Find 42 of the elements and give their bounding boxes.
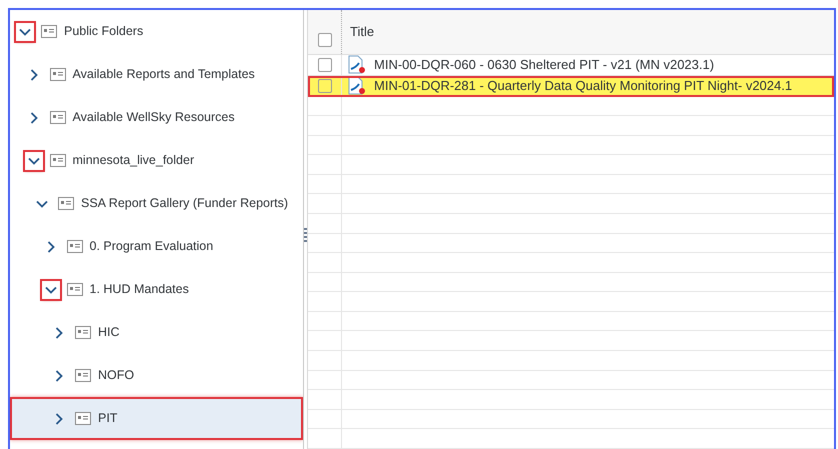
tree-item-label: Public Folders (64, 23, 144, 40)
column-header[interactable]: Title (342, 10, 834, 54)
tree-item[interactable]: minnesota_live_folder (10, 139, 303, 182)
select-all-checkbox[interactable] (318, 32, 332, 46)
folder-card-icon (75, 369, 91, 382)
tree-item-label: 0. Program Evaluation (90, 238, 214, 256)
folder-card-icon (66, 283, 82, 296)
tree-item-label: Available Reports and Templates (72, 66, 255, 84)
splitter-handle[interactable] (304, 228, 307, 242)
folder-card-icon (50, 154, 66, 167)
folder-card-icon (75, 412, 91, 425)
folder-card-icon (50, 68, 66, 81)
tree-item-label: 1. HUD Mandates (90, 281, 189, 298)
collapse-chevron-icon[interactable] (42, 280, 60, 298)
tree-item-label: minnesota_live_folder (72, 152, 194, 170)
tree-item[interactable]: SSA Report Gallery (Funder Reports) (10, 182, 303, 225)
folder-card-icon (41, 25, 57, 38)
collapse-chevron-icon[interactable] (16, 22, 34, 40)
folder-card-icon (50, 111, 66, 124)
tree-item[interactable]: Available WellSky Resources (10, 96, 303, 139)
tree-item[interactable]: Public Folders (10, 10, 303, 53)
folder-card-icon (66, 240, 82, 253)
table-row[interactable]: MIN-01-DQR-281 - Quarterly Data Quality Monitoring PIT Night- v2024.1 (308, 76, 834, 96)
folder-card-icon (75, 326, 91, 339)
tree-item-label: NOFO (98, 367, 134, 384)
tree-item[interactable]: 0. Program Evaluation (10, 225, 303, 268)
row-checkbox[interactable] (318, 58, 332, 72)
tree-item[interactable]: NOFO (10, 354, 303, 397)
tree-item[interactable]: HIC (10, 311, 303, 354)
tree-item-label: PIT (98, 410, 118, 428)
row-checkbox[interactable] (318, 78, 332, 92)
tree-item-label: HIC (98, 324, 120, 342)
report-title: MIN-01-DQR-281 - Quarterly Data Quality Monitoring PIT Night- v2024.1 (374, 76, 792, 95)
report-title: MIN-00-DQR-060 - 0630 Sheltered PIT - v21 (MN v2023.1) (374, 56, 714, 74)
collapse-chevron-icon[interactable] (24, 152, 42, 170)
tree-item[interactable]: 1. HUD Mandates (10, 268, 303, 311)
tree-item-label: SSA Report Gallery (Funder Reports) (81, 195, 288, 212)
tree-item[interactable]: PIT (10, 397, 303, 440)
tree-item-label: Available WellSky Resources (72, 109, 235, 126)
report-document-icon (348, 76, 366, 96)
tree-item[interactable]: Available Reports and Templates (10, 53, 303, 96)
folder-card-icon (58, 197, 74, 210)
